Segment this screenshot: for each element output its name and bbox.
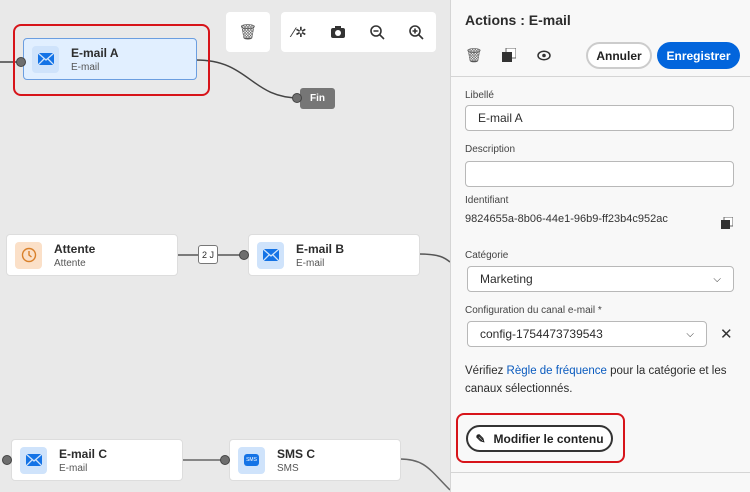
duplicate-icon[interactable] [502, 48, 516, 62]
channel-config-label-text: Configuration du canal e-mail [465, 305, 596, 316]
node-sms-c[interactable]: SMS SMS C SMS [229, 439, 401, 481]
divider [451, 76, 750, 77]
category-select[interactable]: Marketing ⌵ [467, 266, 734, 292]
sms-icon: SMS [238, 446, 265, 474]
category-label: Catégorie [465, 250, 509, 261]
clear-icon[interactable]: ✕ [720, 325, 733, 343]
node-title: E-mail A [71, 45, 119, 60]
frequency-rule-link[interactable]: Règle de fréquence [507, 365, 607, 377]
journey-canvas[interactable]: 🗑 ⁄✲ E-mail A E-mail Fin Attente Attente 2… [0, 0, 450, 492]
email-icon [32, 45, 59, 73]
frequency-info: Vérifiez Règle de fréquence pour la caté… [465, 362, 735, 398]
input-port[interactable] [239, 250, 249, 260]
description-input[interactable] [465, 161, 734, 187]
delete-toolbar: 🗑 [226, 12, 270, 52]
input-port[interactable] [2, 455, 12, 465]
node-subtitle: SMS [277, 462, 299, 474]
email-icon [20, 446, 47, 474]
node-title: Attente [54, 241, 96, 256]
divider [451, 472, 750, 473]
copy-icon[interactable] [721, 217, 733, 229]
required-marker: * [597, 305, 602, 316]
label-input[interactable]: E-mail A [465, 105, 734, 131]
node-subtitle: E-mail [71, 61, 100, 73]
node-subtitle: Attente [54, 257, 86, 269]
info-text: Vérifiez [465, 365, 507, 377]
panel-title: Actions : E-mail [465, 12, 571, 28]
eye-icon[interactable] [537, 50, 551, 61]
node-email-c[interactable]: E-mail C E-mail [11, 439, 183, 481]
input-port[interactable] [220, 455, 230, 465]
chevron-down-icon: ⌵ [713, 273, 721, 285]
node-title: E-mail C [59, 446, 108, 461]
node-attente[interactable]: Attente Attente [6, 234, 178, 276]
edit-content-label: Modifier le contenu [493, 431, 604, 446]
chevron-down-icon: ⌵ [686, 328, 694, 340]
email-icon [257, 241, 284, 269]
sms-glyph: SMS [244, 454, 259, 466]
node-title: E-mail B [296, 241, 345, 256]
pencil-icon: ✎ [475, 431, 486, 446]
node-email-b[interactable]: E-mail B E-mail [248, 234, 420, 276]
wait-duration-badge: 2 J [198, 245, 218, 264]
input-port[interactable] [16, 57, 26, 67]
properties-panel: Actions : E-mail 🗑 Annuler Enregistrer L… [450, 0, 750, 492]
node-email-a[interactable]: E-mail A E-mail [23, 38, 197, 80]
identifier-label: Identifiant [465, 195, 509, 206]
node-subtitle: E-mail [296, 257, 325, 269]
clock-icon [15, 241, 42, 269]
description-label: Description [465, 144, 516, 155]
camera-icon[interactable] [330, 25, 346, 39]
input-port[interactable] [292, 93, 302, 103]
magic-wand-icon[interactable]: ⁄✲ [293, 24, 307, 41]
zoom-out-icon[interactable] [369, 24, 385, 40]
channel-config-select[interactable]: config-1754473739543 ⌵ [467, 321, 707, 347]
save-button[interactable]: Enregistrer [657, 42, 740, 69]
channel-config-value: config-1754473739543 [480, 327, 603, 341]
canvas-toolbar: ⁄✲ [281, 12, 436, 52]
node-end[interactable]: Fin [300, 88, 335, 109]
channel-config-label: Configuration du canal e-mail * [465, 305, 602, 316]
label-field-label: Libellé [465, 90, 494, 101]
node-title: SMS C [277, 446, 316, 461]
identifier-value: 9824655a-8b06-44e1-96b9-ff23b4c952ac [465, 213, 668, 225]
trash-icon[interactable]: 🗑 [238, 23, 257, 41]
cancel-button[interactable]: Annuler [586, 42, 652, 69]
category-value: Marketing [480, 272, 533, 286]
zoom-in-icon[interactable] [408, 24, 424, 40]
trash-icon[interactable]: 🗑 [465, 47, 483, 64]
node-subtitle: E-mail [59, 462, 88, 474]
edit-content-button[interactable]: ✎ Modifier le contenu [466, 425, 613, 452]
